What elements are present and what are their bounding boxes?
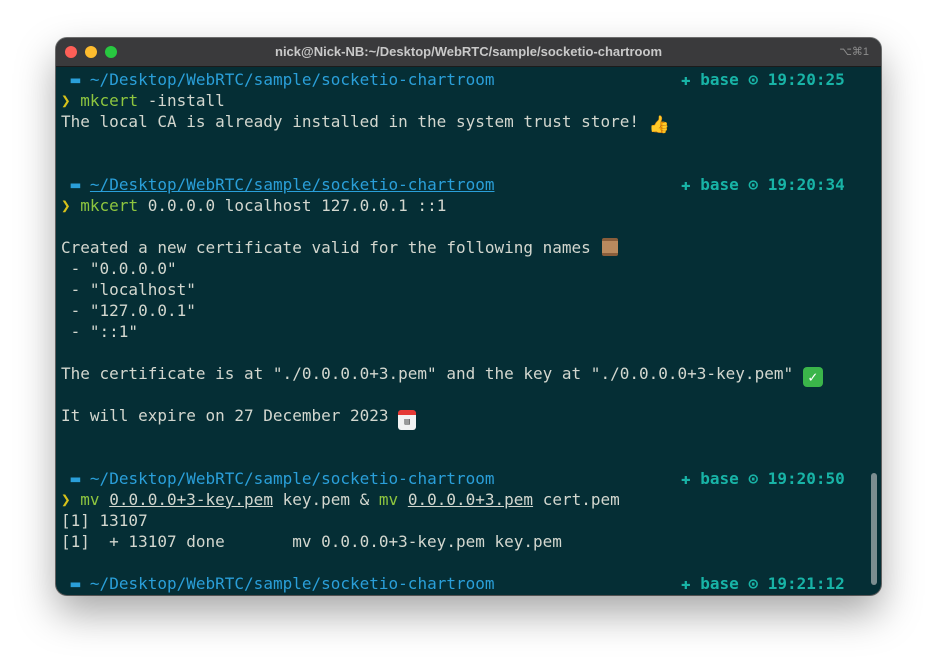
terminal-window: nick@Nick-NB:~/Desktop/WebRTC/sample/soc… xyxy=(56,38,881,595)
output-line: The certificate is at "./0.0.0.0+3.pem" … xyxy=(61,363,823,387)
prompt-path[interactable]: ~/Desktop/WebRTC/sample/socketio-chartro… xyxy=(90,175,495,194)
command-args: key.pem & xyxy=(272,490,379,509)
prompt-arrow-icon: ❯ xyxy=(61,196,71,215)
command-name: mkcert xyxy=(80,91,139,110)
clock-icon: ⊙ xyxy=(748,175,759,194)
right-prompt: ✚ base ⊙ 19:20:25 xyxy=(681,69,845,90)
env-name: base xyxy=(700,70,739,89)
folder-icon: ▬ xyxy=(70,70,81,89)
command-args: 0.0.0.0 localhost 127.0.0.1 ::1 xyxy=(138,196,447,215)
output-text: Created a new certificate valid for the … xyxy=(61,238,601,257)
command-line: ❯ mkcert -install xyxy=(61,90,225,111)
prompt-line: ▬ ~/Desktop/WebRTC/sample/socketio-chart… xyxy=(61,174,495,195)
terminal-content[interactable]: ▬ ~/Desktop/WebRTC/sample/socketio-chart… xyxy=(61,68,881,595)
command-name: mv xyxy=(378,490,399,509)
env-icon: ✚ xyxy=(681,574,691,593)
folder-icon: ▬ xyxy=(70,469,81,488)
command-line: ❯ mv 0.0.0.0+3-key.pem key.pem & mv 0.0.… xyxy=(61,489,620,510)
output-line: The local CA is already installed in the… xyxy=(61,111,670,135)
command-name: mkcert xyxy=(80,196,139,215)
output-text: It will expire on 27 December 2023 xyxy=(61,406,399,425)
check-mark-icon: ✓ xyxy=(802,367,823,387)
output-line: - "::1" xyxy=(61,322,139,341)
window-shortcut: ⌥⌘1 xyxy=(839,46,869,58)
right-prompt: ✚ base ⊙ 19:20:50 xyxy=(681,468,845,489)
output-line: [1] 13107 xyxy=(61,511,148,530)
file-arg[interactable]: 0.0.0.0+3-key.pem xyxy=(109,490,273,509)
output-line: - "localhost" xyxy=(61,280,196,299)
env-icon: ✚ xyxy=(681,469,691,488)
right-prompt: ✚ base ⊙ 19:21:12 xyxy=(681,573,845,594)
output-line: It will expire on 27 December 2023 ▤ xyxy=(61,405,417,430)
folder-icon: ▬ xyxy=(70,574,81,593)
clock-icon: ⊙ xyxy=(748,70,759,89)
output-line: Created a new certificate valid for the … xyxy=(61,237,619,258)
command-args: -install xyxy=(138,91,225,110)
title-bar: nick@Nick-NB:~/Desktop/WebRTC/sample/soc… xyxy=(56,38,881,67)
window-title: nick@Nick-NB:~/Desktop/WebRTC/sample/soc… xyxy=(275,44,662,59)
scroll-icon xyxy=(602,238,619,256)
prompt-arrow-icon: ❯ xyxy=(61,91,71,110)
command-name: mv xyxy=(80,490,100,509)
env-icon: ✚ xyxy=(681,175,691,194)
env-icon: ✚ xyxy=(681,70,691,89)
output-line: - "127.0.0.1" xyxy=(61,301,196,320)
prompt-time: 19:20:34 xyxy=(767,175,845,194)
output-line: [1] + 13107 done mv 0.0.0.0+3-key.pem ke… xyxy=(61,532,562,551)
file-arg[interactable]: 0.0.0.0+3.pem xyxy=(408,490,533,509)
command-args: cert.pem xyxy=(533,490,620,509)
prompt-time: 19:20:25 xyxy=(767,70,845,89)
calendar-icon: ▤ xyxy=(398,410,417,430)
prompt-time: 19:21:12 xyxy=(767,574,845,593)
thumbs-up-icon: 👍 xyxy=(648,115,670,135)
right-prompt: ✚ base ⊙ 19:20:34 xyxy=(681,174,845,195)
prompt-path[interactable]: ~/Desktop/WebRTC/sample/socketio-chartro… xyxy=(90,70,495,89)
env-name: base xyxy=(700,175,739,194)
prompt-path[interactable]: ~/Desktop/WebRTC/sample/socketio-chartro… xyxy=(90,574,495,593)
prompt-line: ▬ ~/Desktop/WebRTC/sample/socketio-chart… xyxy=(61,69,495,90)
output-line: - "0.0.0.0" xyxy=(61,259,177,278)
command-line: ❯ mkcert 0.0.0.0 localhost 127.0.0.1 ::1 xyxy=(61,195,446,216)
prompt-arrow-icon: ❯ xyxy=(61,490,71,509)
prompt-time: 19:20:50 xyxy=(767,469,845,488)
prompt-line: ▬ ~/Desktop/WebRTC/sample/socketio-chart… xyxy=(61,468,495,489)
clock-icon: ⊙ xyxy=(748,469,759,488)
scrollbar[interactable] xyxy=(871,473,877,585)
env-name: base xyxy=(700,574,739,593)
prompt-path[interactable]: ~/Desktop/WebRTC/sample/socketio-chartro… xyxy=(90,469,495,488)
output-text: The local CA is already installed in the… xyxy=(61,112,649,131)
clock-icon: ⊙ xyxy=(748,574,759,593)
prompt-line: ▬ ~/Desktop/WebRTC/sample/socketio-chart… xyxy=(61,573,495,594)
output-text: The certificate is at "./0.0.0.0+3.pem" … xyxy=(61,364,803,383)
folder-icon: ▬ xyxy=(70,175,81,194)
env-name: base xyxy=(700,469,739,488)
